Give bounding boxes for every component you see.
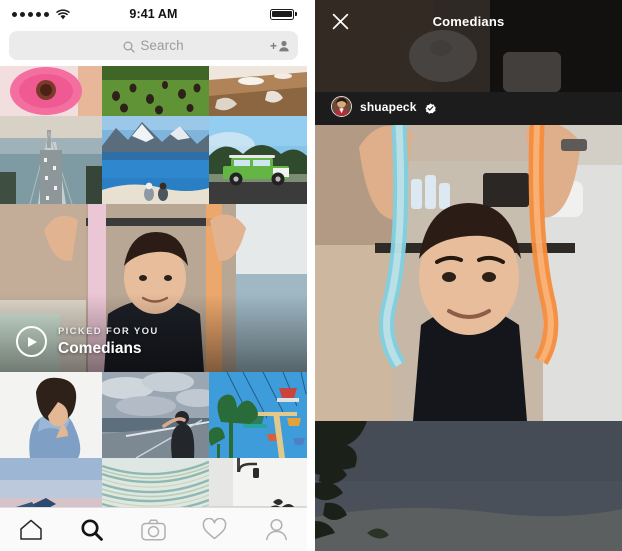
verified-badge-icon <box>424 101 436 114</box>
search-placeholder-text: Search <box>140 38 184 53</box>
panel-gutter <box>307 0 315 551</box>
search-input[interactable]: Search + <box>9 31 298 60</box>
status-bar-clock: 9:41 AM <box>129 7 178 21</box>
close-x-icon[interactable] <box>321 0 359 42</box>
story-next-frame[interactable] <box>315 421 622 551</box>
search-bar-container: Search + <box>0 28 307 66</box>
grid-item[interactable] <box>102 116 209 160</box>
home-icon <box>19 518 43 541</box>
plus-glyph: + <box>269 38 277 53</box>
search-icon <box>80 518 104 542</box>
heart-icon <box>202 518 227 541</box>
search-placeholder-group: Search <box>123 38 184 53</box>
featured-label-group: PICKED FOR YOU Comedians <box>16 326 159 358</box>
grid-item[interactable] <box>0 372 102 458</box>
battery-full-icon <box>270 8 297 20</box>
story-title: Comedians <box>432 13 505 29</box>
grid-column-middle <box>102 116 209 204</box>
grid-item[interactable] <box>209 66 307 116</box>
grid-item[interactable] <box>102 66 209 116</box>
search-icon <box>123 40 136 53</box>
grid-item[interactable] <box>102 372 209 458</box>
camera-icon <box>141 519 166 541</box>
tab-profile[interactable] <box>246 508 307 551</box>
explore-grid-row-2 <box>0 116 307 204</box>
featured-title: Comedians <box>58 339 142 357</box>
grid-item[interactable] <box>209 372 307 458</box>
explore-grid-row-1 <box>0 66 307 116</box>
story-viewer-screen: Comedians shuapeck <box>315 0 622 551</box>
tab-search[interactable] <box>61 508 122 551</box>
story-main-media[interactable] <box>315 125 622 421</box>
screenshot-root: 9:41 AM Search + PICKED FOR YOU Comedian… <box>0 0 622 551</box>
grid-item[interactable] <box>102 160 209 204</box>
story-username: shuapeck <box>360 99 417 114</box>
avatar[interactable] <box>331 96 352 117</box>
explore-grid-row-3 <box>0 372 307 458</box>
story-user-row[interactable]: shuapeck <box>331 96 436 117</box>
add-person-icon[interactable]: + <box>270 40 290 52</box>
grid-item[interactable] <box>0 116 102 204</box>
featured-video-card[interactable]: PICKED FOR YOU Comedians <box>0 204 307 372</box>
bottom-tab-bar <box>0 507 307 551</box>
tab-camera[interactable] <box>123 508 184 551</box>
tab-activity[interactable] <box>184 508 245 551</box>
explore-screen: 9:41 AM Search + PICKED FOR YOU Comedian… <box>0 0 307 551</box>
story-header: Comedians <box>315 0 622 42</box>
tab-home[interactable] <box>0 508 61 551</box>
profile-icon <box>265 518 288 541</box>
featured-kicker: PICKED FOR YOU <box>58 325 159 337</box>
featured-text-block: PICKED FOR YOU Comedians <box>58 326 159 358</box>
grid-item[interactable] <box>0 66 102 116</box>
status-bar: 9:41 AM <box>0 0 307 28</box>
play-circle-icon[interactable] <box>16 326 47 358</box>
grid-item[interactable] <box>209 116 307 204</box>
